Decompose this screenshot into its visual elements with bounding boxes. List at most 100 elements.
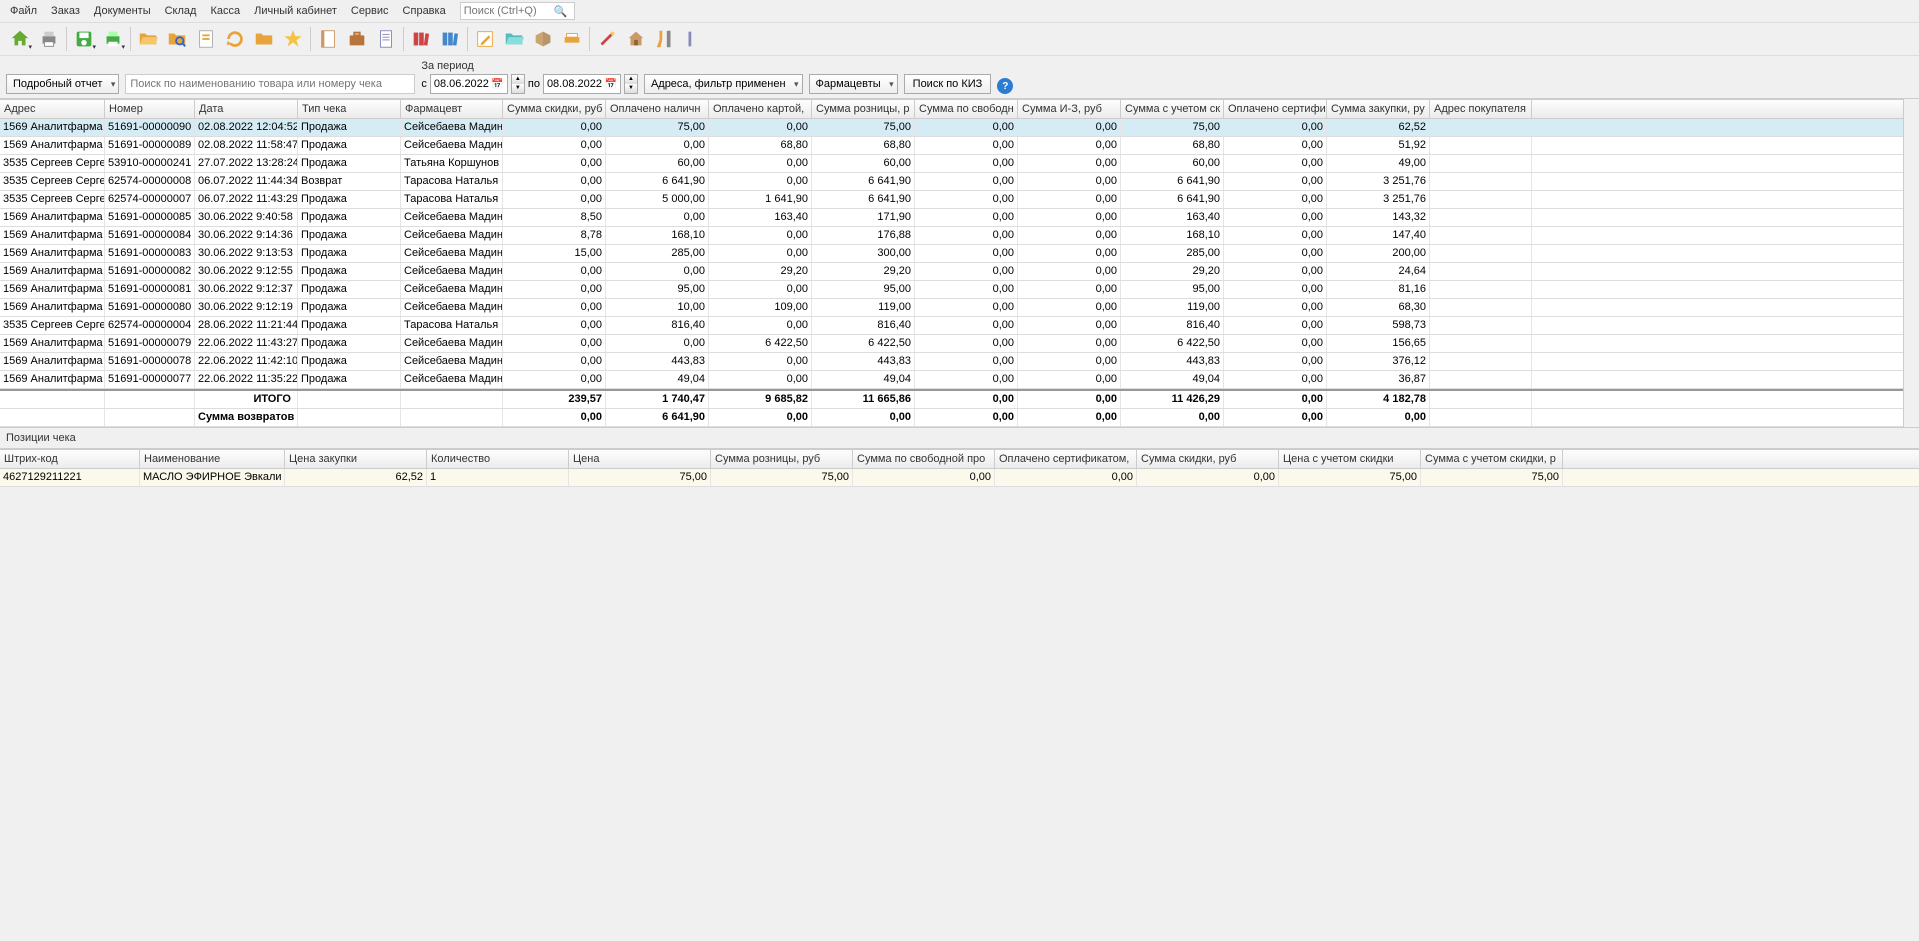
edit-button[interactable] [471,25,499,53]
col-i3[interactable]: Сумма И-З, руб [1018,100,1121,118]
detail-grid: Штрих-кодНаименованиеЦена закупкиКоличес… [0,449,1919,487]
toolbar: ▾ ▾ ▾ [0,23,1919,56]
search-folder-button[interactable] [163,25,191,53]
col-num[interactable]: Номер [105,100,195,118]
folder-open-button[interactable] [134,25,162,53]
menu-Сервис[interactable]: Сервис [345,3,395,19]
save-button[interactable]: ▾ [70,25,98,53]
pharmacist-filter-combo[interactable]: Фармацевты [809,74,898,94]
col-retail[interactable]: Сумма розницы, р [812,100,915,118]
dcol-swdisc[interactable]: Сумма с учетом скидки, р [1421,450,1563,468]
search-icon: 🔍 [554,5,568,18]
kiz-search-button[interactable]: Поиск по КИЗ [904,74,992,94]
col-free[interactable]: Сумма по свободн [915,100,1018,118]
period-label: За период [421,60,638,72]
menu-Справка[interactable]: Справка [397,3,452,19]
table-row[interactable]: 1569 Аналитфарма51691-0000007922.06.2022… [0,335,1903,353]
help-icon[interactable]: ? [997,78,1013,94]
dcol-pprice[interactable]: Цена закупки [285,450,427,468]
menu-Файл[interactable]: Файл [4,3,43,19]
col-card[interactable]: Оплачено картой, [709,100,812,118]
date-to-input[interactable]: 08.08.2022📅 [543,74,621,94]
table-row[interactable]: 1569 Аналитфарма51691-0000008902.08.2022… [0,137,1903,155]
folder2-button[interactable] [500,25,528,53]
refresh-button[interactable] [221,25,249,53]
main-grid: АдресНомерДатаТип чекаФармацевтСумма ски… [0,99,1903,427]
period-from-label: с [421,78,427,90]
close-button[interactable] [680,25,708,53]
receipt-button[interactable] [372,25,400,53]
table-row[interactable]: 3535 Сергеев Серге62574-0000000706.07.20… [0,191,1903,209]
filter-search-input[interactable] [125,74,415,94]
table-row[interactable]: 1569 Аналитфарма51691-0000007822.06.2022… [0,353,1903,371]
house-button[interactable] [622,25,650,53]
dcol-barcode[interactable]: Штрих-код [0,450,140,468]
vertical-scrollbar[interactable] [1903,99,1919,427]
col-purch[interactable]: Сумма закупки, ру [1327,100,1430,118]
scanner-button[interactable] [558,25,586,53]
books-button[interactable] [407,25,435,53]
address-filter-combo[interactable]: Адреса, фильтр применен [644,74,803,94]
print2-button[interactable]: ▾ [99,25,127,53]
dcol-retail[interactable]: Сумма розницы, руб [711,450,853,468]
table-row[interactable]: 1569 Аналитфарма51691-0000008430.06.2022… [0,227,1903,245]
notebook-button[interactable] [314,25,342,53]
date-from-spinner[interactable]: ▲▼ [511,74,525,94]
table-row[interactable]: 1569 Аналитфарма51691-0000008230.06.2022… [0,263,1903,281]
table-row[interactable]: 3535 Сергеев Серге53910-0000024127.07.20… [0,155,1903,173]
dcol-disc[interactable]: Сумма скидки, руб [1137,450,1279,468]
calendar-icon: 📅 [604,79,616,90]
dcol-pwdisc[interactable]: Цена с учетом скидки [1279,450,1421,468]
detail-row[interactable]: 4627129211221МАСЛО ЭФИРНОЕ Эвкали62,5217… [0,469,1919,487]
star-button[interactable] [279,25,307,53]
totals-row: ИТОГО239,571 740,479 685,8211 665,860,00… [0,391,1903,409]
table-row[interactable]: 3535 Сергеев Серге62574-0000000806.07.20… [0,173,1903,191]
dcol-free[interactable]: Сумма по свободной про [853,450,995,468]
table-row[interactable]: 1569 Аналитфарма51691-0000008530.06.2022… [0,209,1903,227]
wand-button[interactable] [593,25,621,53]
home-button[interactable]: ▾ [6,25,34,53]
calendar-icon: 📅 [491,79,503,90]
period-to-label: по [528,78,540,90]
col-disc[interactable]: Сумма скидки, руб [503,100,606,118]
dcol-name[interactable]: Наименование [140,450,285,468]
date-from-input[interactable]: 08.06.2022📅 [430,74,508,94]
col-addr[interactable]: Адрес [0,100,105,118]
table-row[interactable]: 1569 Аналитфарма51691-0000007722.06.2022… [0,371,1903,389]
box-button[interactable] [529,25,557,53]
table-row[interactable]: 1569 Аналитфарма51691-0000008330.06.2022… [0,245,1903,263]
col-pharm[interactable]: Фармацевт [401,100,503,118]
books2-button[interactable] [436,25,464,53]
table-row[interactable]: 3535 Сергеев Серге62574-0000000428.06.20… [0,317,1903,335]
menubar: ФайлЗаказДокументыСкладКассаЛичный кабин… [0,0,1919,23]
date-to-spinner[interactable]: ▲▼ [624,74,638,94]
report-type-combo[interactable]: Подробный отчет [6,74,119,94]
menu-Личный кабинет[interactable]: Личный кабинет [248,3,343,19]
col-cash[interactable]: Оплачено наличн [606,100,709,118]
dcol-price[interactable]: Цена [569,450,711,468]
table-row[interactable]: 1569 Аналитфарма51691-0000008130.06.2022… [0,281,1903,299]
doc-button[interactable] [192,25,220,53]
filter-bar: Подробный отчет За период с 08.06.2022📅 … [0,56,1919,99]
global-search[interactable]: 🔍 [460,2,575,20]
dcol-cert[interactable]: Оплачено сертификатом, [995,450,1137,468]
col-baddr[interactable]: Адрес покупателя [1430,100,1532,118]
menu-Заказ[interactable]: Заказ [45,3,86,19]
detail-section-title: Позиции чека [0,427,1919,449]
grid-header: АдресНомерДатаТип чекаФармацевтСумма ски… [0,100,1903,119]
print-button[interactable] [35,25,63,53]
menu-Документы[interactable]: Документы [88,3,157,19]
briefcase-button[interactable] [343,25,371,53]
menu-Склад[interactable]: Склад [159,3,203,19]
folder-button[interactable] [250,25,278,53]
totals-row: Сумма возвратов0,006 641,900,000,000,000… [0,409,1903,427]
col-wdisc[interactable]: Сумма с учетом ск [1121,100,1224,118]
table-row[interactable]: 1569 Аналитфарма51691-0000009002.08.2022… [0,119,1903,137]
col-date[interactable]: Дата [195,100,298,118]
col-type[interactable]: Тип чека [298,100,401,118]
col-cert[interactable]: Оплачено сертифи [1224,100,1327,118]
table-row[interactable]: 1569 Аналитфарма51691-0000008030.06.2022… [0,299,1903,317]
menu-Касса[interactable]: Касса [204,3,246,19]
tools-button[interactable] [651,25,679,53]
dcol-qty[interactable]: Количество [427,450,569,468]
